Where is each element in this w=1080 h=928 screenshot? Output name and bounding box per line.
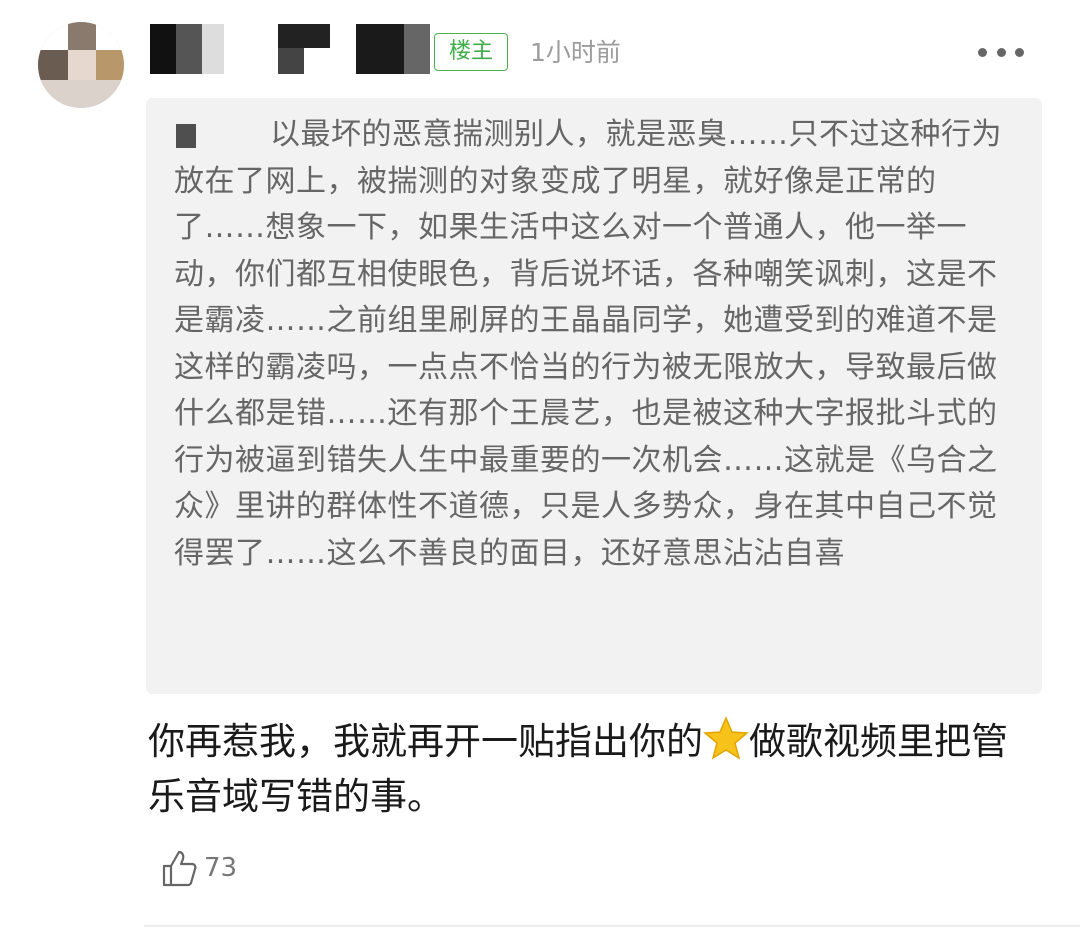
username-blurred[interactable] (150, 24, 430, 76)
thumbs-up-icon (162, 850, 197, 887)
quoted-username-blurred (176, 123, 196, 148)
reply-text: 你再惹我，我就再开一贴指出你的 做歌视频里把管乐音域写错的事。 (148, 714, 1028, 824)
like-count: 73 (204, 853, 238, 883)
divider (144, 925, 1080, 927)
quoted-comment[interactable]: 以最坏的恶意揣测别人，就是恶臭……只不过这种行为放在了网上，被揣测的对象变成了明… (146, 98, 1042, 694)
post-time: 1小时前 (530, 38, 621, 67)
reply-text-part1: 你再惹我，我就再开一贴指出你的 (148, 720, 703, 763)
avatar[interactable] (38, 22, 124, 108)
quoted-text: 以最坏的恶意揣测别人，就是恶臭……只不过这种行为放在了网上，被揣测的对象变成了明… (174, 117, 1002, 571)
owner-badge: 楼主 (434, 33, 508, 71)
more-icon[interactable] (978, 40, 1024, 64)
like-button[interactable]: 73 (160, 846, 237, 890)
star-emoji-icon (703, 716, 749, 760)
